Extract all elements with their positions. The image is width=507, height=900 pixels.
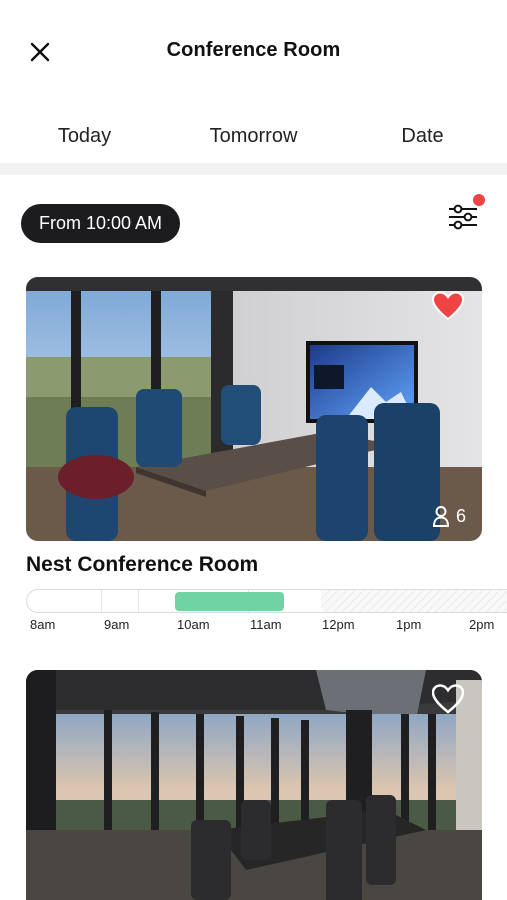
tab-tomorrow[interactable]: Tomorrow xyxy=(169,106,338,166)
room-card-image[interactable]: 6 xyxy=(26,277,482,541)
timeline-divider xyxy=(138,590,139,612)
time-label: 2pm xyxy=(469,617,495,632)
time-label: 1pm xyxy=(396,617,422,632)
availability-timeline[interactable] xyxy=(26,589,507,613)
room-photo xyxy=(26,277,482,541)
timeline-divider xyxy=(101,590,102,612)
time-label: 9am xyxy=(104,617,130,632)
filter-active-dot xyxy=(473,194,485,206)
unavailable-range xyxy=(321,590,507,612)
day-tabs: Today Tomorrow Date xyxy=(0,106,507,168)
tab-today[interactable]: Today xyxy=(0,106,169,166)
time-label: 11am xyxy=(250,617,282,632)
capacity-value: 6 xyxy=(455,505,466,526)
timeline-labels: 8am 9am 10am 11am 12pm 1pm 2pm xyxy=(26,617,507,637)
person-icon xyxy=(432,506,449,527)
booked-slot[interactable] xyxy=(175,592,284,611)
favorite-heart-icon[interactable] xyxy=(432,291,464,321)
room-photo xyxy=(26,670,482,900)
room-card-image[interactable] xyxy=(26,670,482,900)
tab-date[interactable]: Date xyxy=(338,106,507,166)
room-name[interactable]: Nest Conference Room xyxy=(26,553,258,577)
time-filter-chip[interactable]: From 10:00 AM xyxy=(21,204,181,243)
time-label: 8am xyxy=(30,617,56,632)
favorite-heart-icon[interactable] xyxy=(432,684,464,714)
time-label: 12pm xyxy=(322,617,355,632)
header: Conference Room xyxy=(0,0,507,100)
time-label: 10am xyxy=(177,617,210,632)
page-title: Conference Room xyxy=(166,39,341,61)
divider xyxy=(0,163,507,175)
capacity-badge: 6 xyxy=(432,505,466,527)
